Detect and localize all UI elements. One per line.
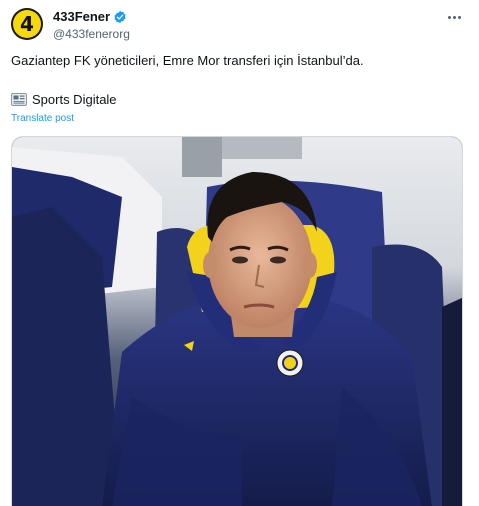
tweet-photo[interactable] bbox=[11, 136, 463, 506]
avatar-text: 4 bbox=[20, 12, 34, 36]
translate-post-link[interactable]: Translate post bbox=[11, 113, 74, 124]
more-options-icon[interactable] bbox=[444, 10, 464, 24]
tweet-card[interactable]: 4 433Fener @433fenerorg Gaziantep FK yön… bbox=[0, 0, 479, 506]
verified-badge-icon bbox=[113, 10, 127, 24]
author-avatar[interactable]: 4 bbox=[11, 8, 43, 40]
source-line: Sports Digitale bbox=[11, 92, 117, 107]
author-name-row: 433Fener bbox=[53, 9, 127, 24]
author-handle[interactable]: @433fenerorg bbox=[53, 27, 130, 41]
newspaper-icon bbox=[11, 93, 27, 106]
player-photo-illustration bbox=[12, 137, 462, 506]
tweet-text: Gaziantep FK yöneticileri, Emre Mor tran… bbox=[11, 53, 364, 68]
author-display-name[interactable]: 433Fener bbox=[53, 9, 110, 24]
source-label: Sports Digitale bbox=[32, 92, 117, 107]
